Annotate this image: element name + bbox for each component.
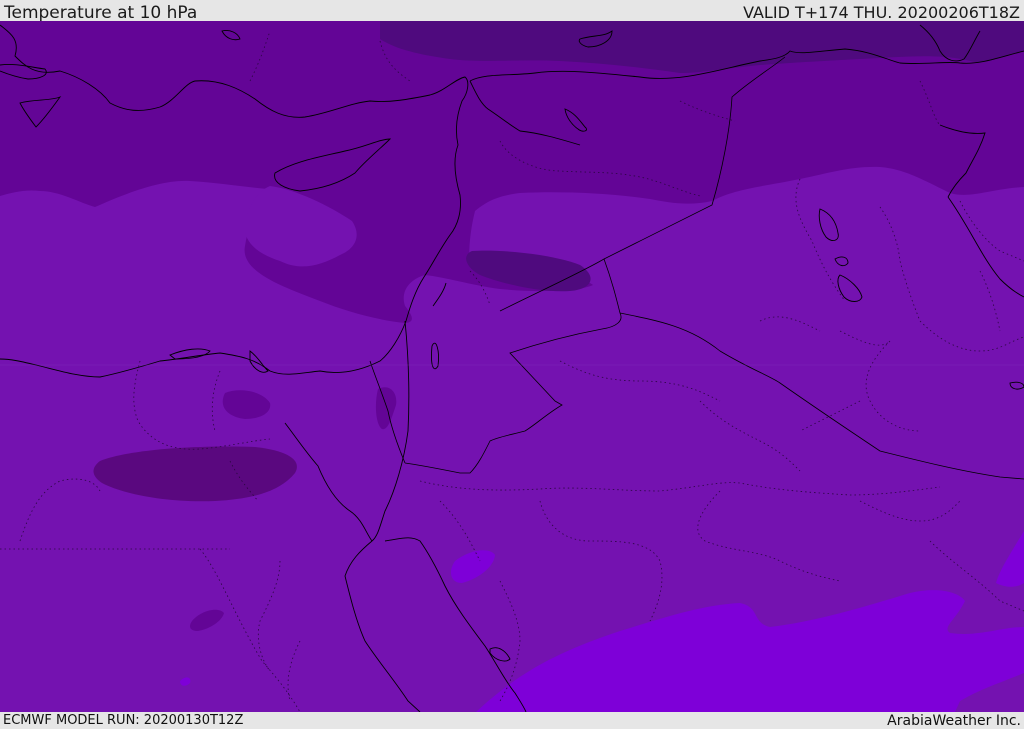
valid-time: VALID T+174 THU. 20200206T18Z [743, 3, 1020, 22]
model-run: ECMWF MODEL RUN: 20200130T12Z [3, 713, 244, 728]
brand-label: ArabiaWeather Inc. [887, 713, 1021, 729]
weather-map[interactable] [0, 21, 1024, 712]
header-bar: Temperature at 10 hPa VALID T+174 THU. 2… [0, 0, 1024, 23]
map-title: Temperature at 10 hPa [4, 3, 198, 23]
footer-bar: ECMWF MODEL RUN: 20200130T12Z ArabiaWeat… [0, 712, 1024, 729]
